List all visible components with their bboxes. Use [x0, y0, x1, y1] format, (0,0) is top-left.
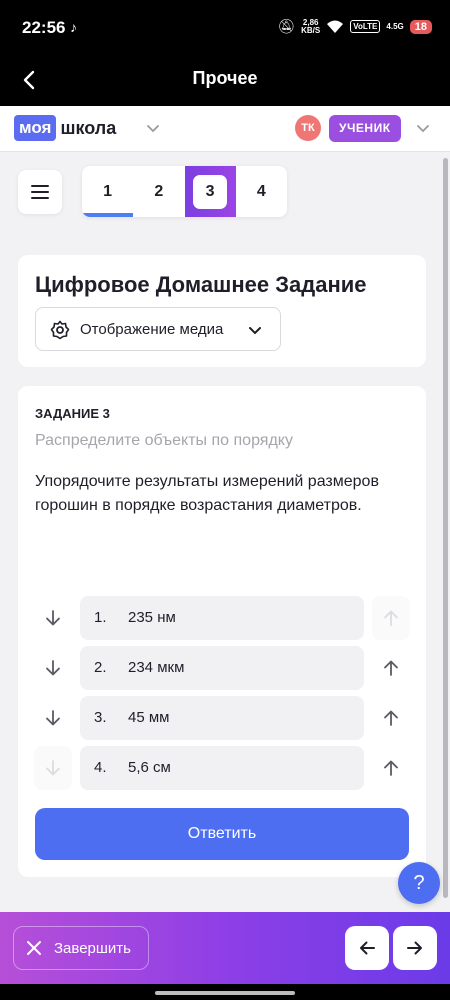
task-tab-label: 3 — [193, 174, 228, 209]
task-tab-1[interactable]: 1 — [82, 166, 134, 217]
finish-label: Завершить — [54, 940, 131, 957]
gear-icon — [50, 320, 70, 340]
move-down-button[interactable] — [34, 746, 72, 790]
task-tab-label: 4 — [256, 182, 266, 200]
sort-item[interactable]: 2. 234 мкм — [80, 646, 364, 690]
task-tabs: 1 2 3 4 — [82, 166, 287, 217]
sort-item-row: 3. 45 мм — [34, 696, 410, 740]
arrow-left-icon — [360, 941, 375, 955]
logo-part-shkola: школа — [60, 117, 117, 138]
arrow-up-icon — [384, 710, 398, 726]
task-question: Упорядочите результаты измерений размеро… — [35, 473, 379, 514]
sort-item-row: 1. 235 нм — [34, 596, 410, 640]
role-badge[interactable]: УЧЕНИК — [329, 115, 401, 142]
item-index: 3. — [94, 709, 107, 726]
task-tab-2[interactable]: 2 — [133, 166, 184, 217]
move-up-button[interactable] — [372, 746, 410, 790]
move-down-button[interactable] — [34, 696, 72, 740]
hamburger-line — [31, 185, 49, 187]
hamburger-line — [31, 197, 49, 199]
task-tab-3[interactable]: 3 — [184, 166, 236, 217]
task-card: ЗАДАНИЕ 3 Распределите объекты по порядк… — [18, 386, 426, 877]
arrow-down-icon — [46, 610, 60, 626]
task-tab-label: 2 — [154, 182, 164, 200]
status-bar: 22:56 ♪ 🔕︎ 2,86 KB/S VoLTE 4.5G 18 — [0, 0, 450, 56]
arrow-up-icon — [384, 610, 398, 626]
arrow-right-icon — [407, 941, 422, 955]
net-speed-unit: KB/S — [301, 25, 321, 35]
homework-title: Цифровое Домашнее Задание — [35, 272, 367, 297]
chevron-down-icon[interactable] — [146, 121, 160, 135]
task-tab-4[interactable]: 4 — [236, 166, 287, 217]
page-title: Прочее — [192, 68, 258, 88]
answer-button[interactable]: Ответить — [35, 808, 409, 860]
item-index: 1. — [94, 609, 107, 626]
sort-item[interactable]: 1. 235 нм — [80, 596, 364, 640]
arrow-down-icon — [46, 760, 60, 776]
logo-part-moya: моя — [14, 115, 57, 141]
task-number: ЗАДАНИЕ 3 — [35, 406, 110, 421]
school-logo[interactable]: моя школа — [14, 115, 116, 141]
arrow-down-icon — [46, 710, 60, 726]
arrow-up-icon — [384, 660, 398, 676]
menu-button[interactable] — [18, 170, 62, 214]
arrow-down-icon — [46, 660, 60, 676]
help-button[interactable]: ? — [398, 862, 440, 904]
chevron-down-icon[interactable] — [416, 121, 430, 135]
item-value: 234 мкм — [128, 659, 185, 676]
signal-indicator: 4.5G — [386, 21, 404, 31]
mute-icon: 🔕︎ — [277, 18, 296, 34]
school-bar: моя школа ТК УЧЕНИК — [0, 106, 450, 152]
status-time: 22:56 — [22, 18, 66, 37]
item-index: 4. — [94, 759, 107, 776]
volte-badge: VoLTE — [350, 20, 381, 33]
net-speed: 2,86 KB/S — [301, 18, 321, 35]
item-index: 2. — [94, 659, 107, 676]
media-display-dropdown[interactable]: Отображение медиа — [35, 307, 281, 351]
chevron-down-icon — [249, 327, 261, 335]
move-down-button[interactable] — [34, 646, 72, 690]
move-up-button[interactable] — [372, 596, 410, 640]
move-up-button[interactable] — [372, 696, 410, 740]
sort-item[interactable]: 3. 45 мм — [80, 696, 364, 740]
arrow-up-icon — [384, 760, 398, 776]
bottom-bar: Завершить — [0, 912, 450, 984]
item-value: 5,6 см — [128, 759, 171, 776]
move-up-button[interactable] — [372, 646, 410, 690]
battery-indicator: 18 — [409, 19, 432, 34]
close-icon — [27, 941, 41, 955]
hamburger-line — [31, 191, 49, 193]
sort-item-row: 4. 5,6 см — [34, 746, 410, 790]
app-header: Прочее — [0, 56, 450, 106]
task-instruction: Распределите объекты по порядку — [35, 432, 293, 449]
status-icons: 🔕︎ 2,86 KB/S VoLTE 4.5G 18 — [277, 18, 432, 35]
gesture-bar[interactable] — [155, 991, 295, 995]
tiktok-icon: ♪ — [70, 19, 77, 35]
sort-item[interactable]: 4. 5,6 см — [80, 746, 364, 790]
next-button[interactable] — [393, 926, 437, 970]
move-down-button[interactable] — [34, 596, 72, 640]
title-card: Цифровое Домашнее Задание Отображение ме… — [18, 255, 426, 367]
finish-button[interactable]: Завершить — [13, 926, 149, 970]
sort-item-row: 2. 234 мкм — [34, 646, 410, 690]
wifi-icon — [327, 20, 344, 33]
item-value: 235 нм — [128, 609, 176, 626]
media-display-label: Отображение медиа — [80, 321, 224, 338]
item-value: 45 мм — [128, 709, 170, 726]
avatar[interactable]: ТК — [295, 115, 321, 141]
scrollbar-thumb[interactable] — [443, 158, 448, 898]
previous-button[interactable] — [345, 926, 389, 970]
task-tab-label: 1 — [103, 182, 113, 200]
